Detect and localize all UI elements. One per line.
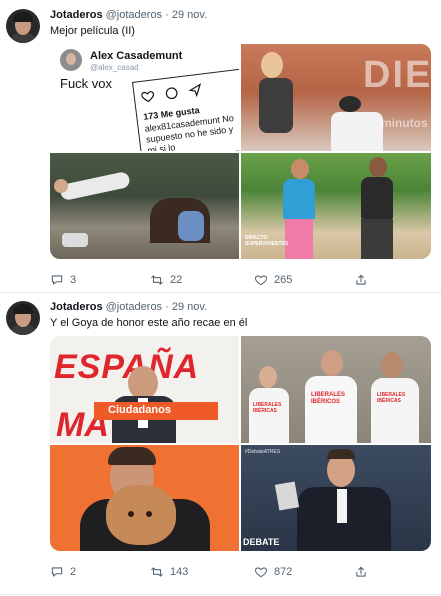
reply-count: 2 xyxy=(70,566,77,578)
author-name[interactable]: Jotaderos xyxy=(50,301,103,313)
media-group-photo[interactable]: LIBERALES IBÉRICAS LIBERALES IBÉRICOS LI… xyxy=(241,336,431,443)
like-count: 872 xyxy=(274,566,293,578)
avatar[interactable] xyxy=(6,9,40,43)
like-button[interactable]: 265 xyxy=(254,271,292,289)
woman-left-top xyxy=(283,179,315,219)
heart-icon xyxy=(141,91,155,103)
ig-handle: @alex_casad xyxy=(90,63,139,72)
person-2-head xyxy=(321,350,343,376)
shirt-text: LIBERALES IBÉRICAS xyxy=(253,402,282,414)
debate-hashtag: #DebateATRES xyxy=(245,449,281,455)
like-button[interactable]: 872 xyxy=(254,563,292,581)
like-icon xyxy=(254,567,268,578)
floor-object xyxy=(62,233,88,247)
speaker-head xyxy=(128,366,158,400)
send-icon xyxy=(188,83,202,98)
tweet-text: Y el Goya de honor este año recae en él xyxy=(50,317,248,329)
media-puppy-photo[interactable] xyxy=(50,445,239,551)
reply-icon xyxy=(51,567,63,577)
ig-name: Alex Casademunt xyxy=(90,50,183,62)
woman-right-top xyxy=(361,177,393,219)
ig-text: Fuck vox xyxy=(60,76,113,91)
shirt-text: LIBERALES IBÉRICAS xyxy=(377,392,406,404)
tweet-header: Jotaderos @jotaderos · 29 nov. xyxy=(50,301,207,313)
shirt-text: LIBERALES IBÉRICOS xyxy=(311,392,346,405)
media-grid: Alex Casademunt @alex_casad Fuck vox 173… xyxy=(50,44,431,259)
retweet-button[interactable]: 143 xyxy=(150,563,188,581)
action-bar: 3 22 265 xyxy=(50,271,431,289)
person-lying xyxy=(59,170,131,202)
media-street-photo[interactable]: DIEZ minutos xyxy=(241,44,431,151)
person-blonde-body xyxy=(259,78,293,133)
person-3-shirt: LIBERALES IBÉRICAS xyxy=(371,378,419,443)
woman-right-head xyxy=(369,157,387,177)
watermark: DIEZ xyxy=(363,54,431,96)
person-blue xyxy=(178,211,204,241)
like-count: 265 xyxy=(274,274,293,286)
party-label: Ciudadanos xyxy=(108,404,171,416)
share-icon xyxy=(356,566,366,577)
retweet-count: 22 xyxy=(170,274,183,286)
woman-left-head xyxy=(291,159,309,179)
woman-right-skirt xyxy=(361,219,393,259)
tweet-divider xyxy=(0,594,441,595)
person-1-shirt: LIBERALES IBÉRICAS xyxy=(249,388,289,443)
action-bar: 2 143 872 xyxy=(50,563,431,581)
tv-logo: DIRECTO SUPERVIVIENTES xyxy=(245,235,289,247)
media-reality-show-photo[interactable]: DIRECTO SUPERVIVIENTES xyxy=(241,153,431,259)
tweet-header: Jotaderos @jotaderos · 29 nov. xyxy=(50,9,207,21)
puppy xyxy=(106,485,176,545)
media-grid: ESPAÑA MA Ciudadanos LIBERALES IBÉRICAS … xyxy=(50,336,431,551)
debate-label: DEBATE xyxy=(243,537,280,547)
tweet-2[interactable]: Jotaderos @jotaderos · 29 nov. Y el Goya… xyxy=(0,292,441,594)
reply-button[interactable]: 2 xyxy=(50,563,76,581)
media-rally-photo[interactable]: ESPAÑA MA Ciudadanos xyxy=(50,336,239,443)
share-button[interactable] xyxy=(354,563,368,581)
media-instagram-screenshot[interactable]: Alex Casademunt @alex_casad Fuck vox 173… xyxy=(50,44,239,151)
retweet-icon xyxy=(151,275,163,285)
ig-post-card: 173 Me gusta alex81casademunt No supuest… xyxy=(132,67,239,151)
share-icon xyxy=(356,274,366,285)
person-3-head xyxy=(381,352,403,378)
retweet-icon xyxy=(151,567,163,577)
woman-left-pants xyxy=(285,219,313,259)
paving-stone xyxy=(274,481,300,511)
person-2-shirt: LIBERALES IBÉRICOS xyxy=(305,376,357,443)
dot-separator: · xyxy=(165,9,169,21)
reply-icon xyxy=(51,275,63,285)
comment-icon xyxy=(165,87,178,100)
banner-top-text: ESPAÑA xyxy=(54,348,200,386)
author-handle[interactable]: @jotaderos xyxy=(106,9,162,21)
party-label-box: Ciudadanos xyxy=(94,402,218,420)
like-icon xyxy=(254,275,268,286)
retweet-count: 143 xyxy=(170,566,189,578)
media-floor-photo[interactable] xyxy=(50,153,239,259)
tweet-date[interactable]: 29 nov. xyxy=(172,9,207,21)
author-handle[interactable]: @jotaderos xyxy=(106,301,162,313)
dot-separator: · xyxy=(165,301,169,313)
person-blonde-head xyxy=(261,52,283,78)
watermark-sub: minutos xyxy=(381,116,428,130)
person-cap-body xyxy=(331,112,383,151)
reply-count: 3 xyxy=(70,274,77,286)
retweet-button[interactable]: 22 xyxy=(150,271,182,289)
avatar[interactable] xyxy=(6,301,40,335)
tweet-1[interactable]: Jotaderos @jotaderos · 29 nov. Mejor pel… xyxy=(0,0,441,292)
tweet-text: Mejor película (II) xyxy=(50,25,135,37)
tweet-date[interactable]: 29 nov. xyxy=(172,301,207,313)
share-button[interactable] xyxy=(354,271,368,289)
author-name[interactable]: Jotaderos xyxy=(50,9,103,21)
ig-avatar xyxy=(60,49,82,71)
person-1-head xyxy=(259,366,277,388)
reply-button[interactable]: 3 xyxy=(50,271,76,289)
man-hair xyxy=(108,447,156,465)
media-debate-photo[interactable]: #DebateATRES DEBATE xyxy=(241,445,431,551)
person-cap-head xyxy=(339,96,361,112)
